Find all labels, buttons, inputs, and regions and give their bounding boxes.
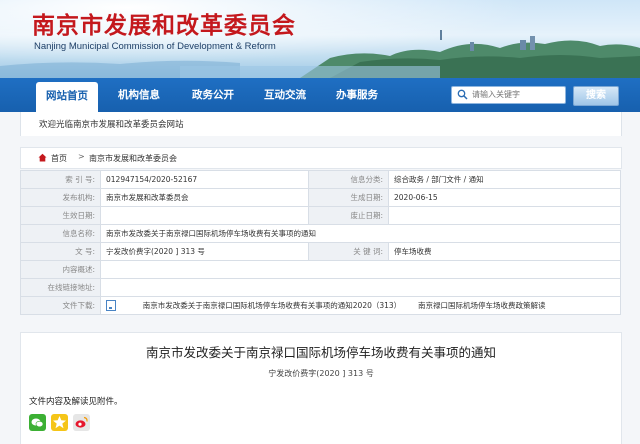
info-name-label: 信息名称: — [20, 224, 101, 243]
table-row: 在线链接地址: — [20, 278, 621, 297]
nav-item-home[interactable]: 网站首页 — [36, 82, 98, 112]
site-subtitle: Nanjing Municipal Commission of Developm… — [34, 41, 276, 52]
keywords-label: 关 键 词: — [308, 242, 389, 261]
online-link-value — [100, 278, 621, 297]
site-title: 南京市发展和改革委员会 — [32, 12, 296, 39]
expiry-date-label: 废止日期: — [308, 206, 389, 225]
table-row: 内容概述: — [20, 260, 621, 279]
info-name-value: 南京市发改委关于南京禄口国际机场停车场收费有关事项的通知 — [100, 224, 621, 243]
wechat-icon[interactable] — [29, 414, 46, 431]
effective-date-value — [100, 206, 309, 225]
qzone-icon[interactable] — [51, 414, 68, 431]
document-info-table: 索 引 号: 012947154/2020-52167 信息分类: 综合政务 /… — [20, 170, 621, 315]
welcome-bar: 欢迎光临南京市发展和改革委员会网站 — [20, 112, 622, 136]
issuer-value: 南京市发展和改革委员会 — [100, 188, 309, 207]
nav-item-organization[interactable]: 机构信息 — [118, 87, 160, 102]
expiry-date-value — [388, 206, 621, 225]
download-label: 文件下载: — [20, 296, 101, 315]
download-link-notice[interactable]: 南京市发改委关于南京禄口国际机场停车场收费有关事项的通知2020（313） — [143, 301, 401, 310]
doc-number-label: 文 号: — [20, 242, 101, 261]
overview-value — [100, 260, 621, 279]
nav-item-government-affairs[interactable]: 政务公开 — [192, 87, 234, 102]
issuer-label: 发布机构: — [20, 188, 101, 207]
table-row: 文 号: 宁发改价费字(2020 ] 313 号 关 键 词: 停车场收费 — [20, 242, 621, 261]
breadcrumb-home[interactable]: 首页 — [51, 153, 67, 164]
overview-label: 内容概述: — [20, 260, 101, 279]
gen-date-value: 2020-06-15 — [388, 188, 621, 207]
category-label: 信息分类: — [308, 170, 389, 189]
nav-item-services[interactable]: 办事服务 — [336, 87, 378, 102]
download-icon[interactable] — [106, 300, 116, 312]
breadcrumb: 首页 > 南京市发展和改革委员会 — [20, 147, 622, 169]
breadcrumb-separator-icon: > — [78, 152, 85, 161]
table-row: 索 引 号: 012947154/2020-52167 信息分类: 综合政务 /… — [20, 170, 621, 189]
article-body: 文件内容及解读见附件。 — [29, 397, 123, 407]
table-row: 发布机构: 南京市发展和改革委员会 生成日期: 2020-06-15 — [20, 188, 621, 207]
table-row: 生效日期: 废止日期: — [20, 206, 621, 225]
table-row: 信息名称: 南京市发改委关于南京禄口国际机场停车场收费有关事项的通知 — [20, 224, 621, 243]
weibo-icon[interactable] — [73, 414, 90, 431]
nav-item-interaction[interactable]: 互动交流 — [264, 87, 306, 102]
online-link-label: 在线链接地址: — [20, 278, 101, 297]
gen-date-label: 生成日期: — [308, 188, 389, 207]
search-icon — [457, 89, 468, 103]
table-row: 文件下载: 南京市发改委关于南京禄口国际机场停车场收费有关事项的通知2020（3… — [20, 296, 621, 315]
keywords-value: 停车场收费 — [388, 242, 621, 261]
article-section: 南京市发改委关于南京禄口国际机场停车场收费有关事项的通知 宁发改价费字(2020… — [20, 332, 622, 444]
site-banner: 南京市发展和改革委员会 Nanjing Municipal Commission… — [0, 0, 640, 78]
search-button[interactable]: 搜索 — [573, 86, 619, 106]
download-cell: 南京市发改委关于南京禄口国际机场停车场收费有关事项的通知2020（313） 南京… — [100, 296, 621, 315]
download-link-interpretation[interactable]: 南京禄口国际机场停车场收费政策解读 — [418, 301, 546, 310]
search-input[interactable] — [472, 88, 560, 101]
breadcrumb-current[interactable]: 南京市发展和改革委员会 — [89, 153, 177, 164]
index-value: 012947154/2020-52167 — [100, 170, 309, 189]
welcome-text: 欢迎光临南京市发展和改革委员会网站 — [39, 120, 184, 130]
effective-date-label: 生效日期: — [20, 206, 101, 225]
article-title: 南京市发改委关于南京禄口国际机场停车场收费有关事项的通知 — [145, 345, 496, 360]
category-value: 综合政务 / 部门文件 / 通知 — [388, 170, 621, 189]
article-doc-number: 宁发改价费字(2020 ] 313 号 — [268, 369, 374, 378]
home-icon — [38, 153, 47, 165]
doc-number-value: 宁发改价费字(2020 ] 313 号 — [100, 242, 309, 261]
search-box — [451, 86, 566, 104]
index-label: 索 引 号: — [20, 170, 101, 189]
